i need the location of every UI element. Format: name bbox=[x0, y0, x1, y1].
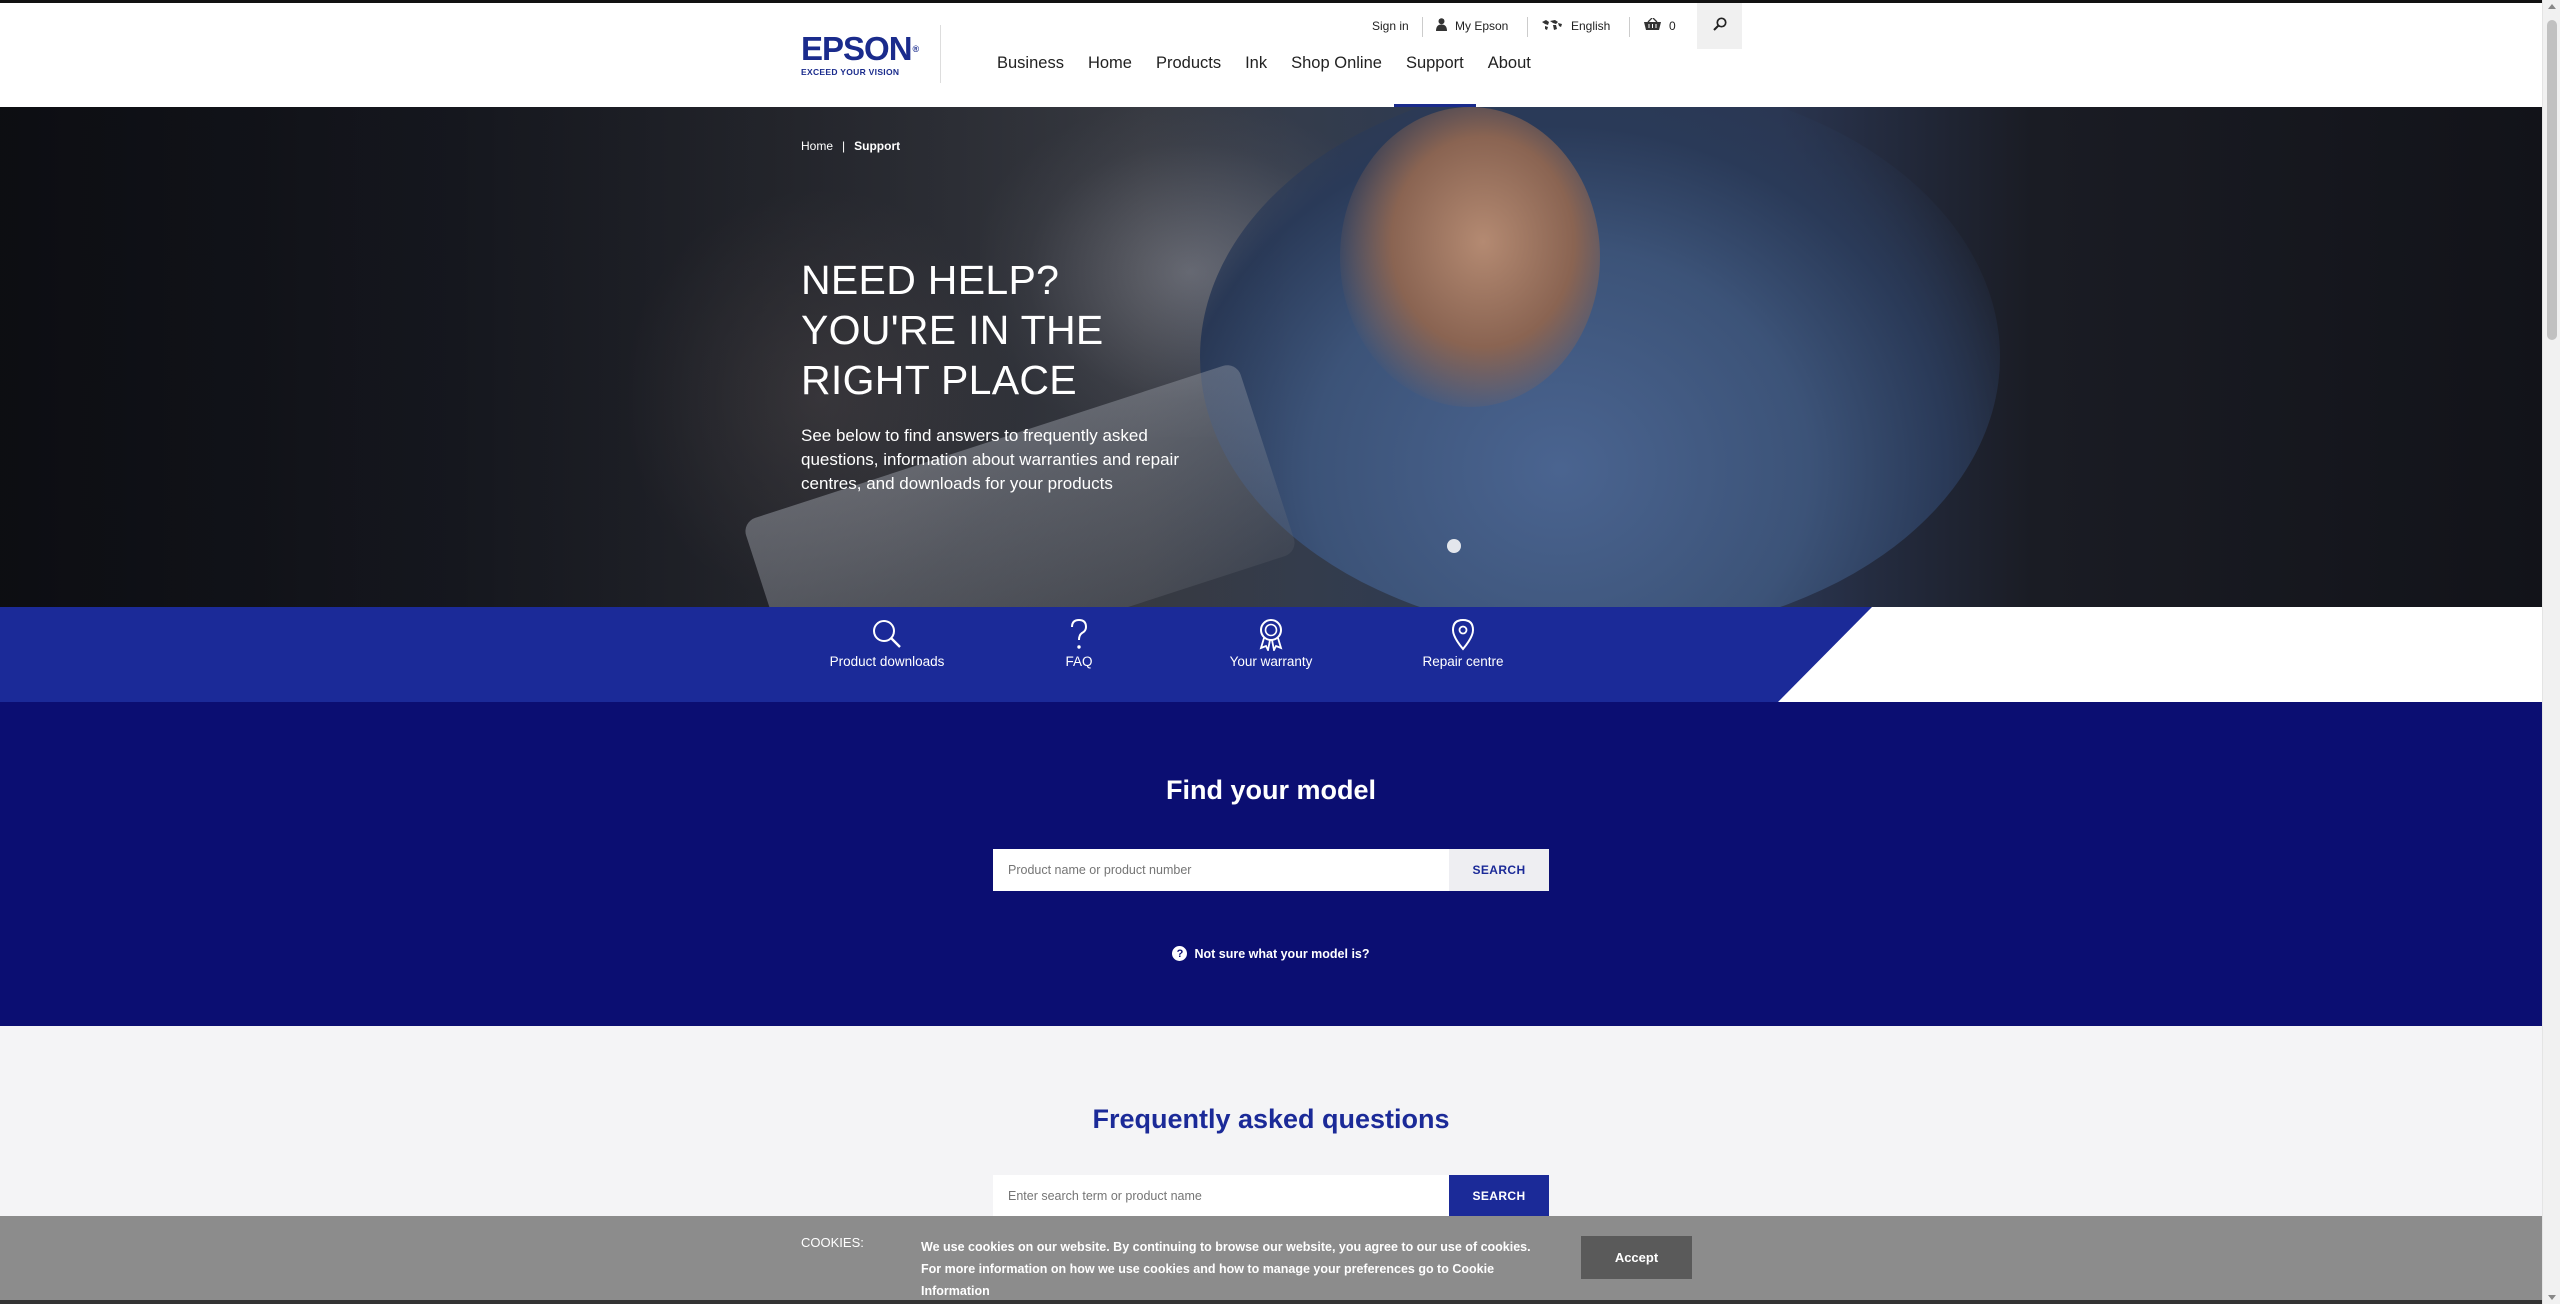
cart-link[interactable]: 0 bbox=[1644, 3, 1676, 49]
nav-about[interactable]: About bbox=[1476, 50, 1543, 107]
question-icon bbox=[1062, 617, 1096, 651]
model-search-button[interactable]: SEARCH bbox=[1449, 849, 1549, 891]
model-help-link[interactable]: ? Not sure what your model is? bbox=[0, 946, 2542, 961]
util-divider bbox=[1629, 17, 1630, 37]
cookie-banner: COOKIES: We use cookies on our website. … bbox=[0, 1216, 2542, 1304]
award-icon bbox=[1254, 617, 1288, 653]
scroll-up-arrow-icon[interactable] bbox=[2548, 4, 2556, 9]
hero-person-face bbox=[1340, 107, 1600, 407]
globe-map-icon bbox=[1541, 19, 1563, 34]
quick-link-label: Product downloads bbox=[829, 654, 945, 669]
quick-link-your-warranty[interactable]: Your warranty bbox=[1191, 607, 1351, 702]
location-pin-icon bbox=[1446, 617, 1480, 651]
breadcrumb: Home | Support bbox=[801, 139, 900, 153]
language-selector[interactable]: English bbox=[1541, 3, 1610, 49]
nav-products[interactable]: Products bbox=[1144, 50, 1233, 107]
page: EPSON® EXCEED YOUR VISION Sign in My Eps… bbox=[0, 0, 2542, 1304]
bottom-border bbox=[0, 1300, 2542, 1304]
logo-tagline: EXCEED YOUR VISION bbox=[801, 67, 900, 77]
model-search-input[interactable] bbox=[993, 849, 1449, 891]
cookie-label: COOKIES: bbox=[801, 1235, 864, 1250]
quick-link-faq[interactable]: FAQ bbox=[999, 607, 1159, 702]
language-label: English bbox=[1571, 19, 1611, 33]
nav-support[interactable]: Support bbox=[1393, 50, 1476, 107]
cart-count: 0 bbox=[1669, 19, 1676, 33]
faq-search-button[interactable]: SEARCH bbox=[1449, 1175, 1549, 1217]
sign-in-link[interactable]: Sign in bbox=[1372, 3, 1409, 49]
scroll-thumb[interactable] bbox=[2547, 20, 2557, 340]
faq-title: Frequently asked questions bbox=[1092, 1104, 1450, 1134]
cookie-message: We use cookies on our website. By contin… bbox=[921, 1240, 1531, 1276]
main-nav: Business Home Products Ink Shop Online S… bbox=[985, 50, 1543, 107]
find-model-title: Find your model bbox=[1165, 775, 1376, 805]
nav-home[interactable]: Home bbox=[1076, 50, 1144, 107]
sign-in-label: Sign in bbox=[1372, 19, 1409, 33]
quick-link-label: Your warranty bbox=[1229, 654, 1313, 669]
hero-banner: Home | Support NEED HELP? YOU'RE IN THE … bbox=[0, 107, 2542, 607]
logo-word: EPSON® bbox=[801, 30, 919, 67]
cookie-accept-button[interactable]: Accept bbox=[1581, 1236, 1692, 1279]
epson-logo[interactable]: EPSON® EXCEED YOUR VISION bbox=[801, 32, 921, 78]
scroll-down-arrow-icon[interactable] bbox=[2548, 1295, 2556, 1300]
my-epson-label: My Epson bbox=[1455, 19, 1509, 33]
hero-description: See below to find answers to frequently … bbox=[801, 426, 1179, 493]
hero-shirt-button bbox=[1447, 539, 1461, 553]
hero-person-shirt bbox=[1200, 107, 2000, 607]
basket-icon bbox=[1644, 17, 1661, 34]
faq-search-input[interactable] bbox=[993, 1175, 1449, 1217]
nav-ink[interactable]: Ink bbox=[1233, 50, 1279, 107]
util-divider bbox=[1527, 17, 1528, 37]
quick-link-label: Repair centre bbox=[1422, 654, 1504, 669]
page-scrollbar[interactable] bbox=[2542, 0, 2560, 1304]
util-divider bbox=[1422, 17, 1423, 37]
quick-link-label: FAQ bbox=[1065, 654, 1093, 669]
user-icon bbox=[1436, 18, 1447, 34]
hero-title: NEED HELP? YOU'RE IN THE RIGHT PLACE bbox=[801, 257, 1104, 403]
my-epson-link[interactable]: My Epson bbox=[1436, 3, 1508, 49]
help-circle-icon: ? bbox=[1172, 946, 1188, 961]
nav-shop-online[interactable]: Shop Online bbox=[1279, 50, 1394, 107]
quick-link-repair-centre[interactable]: Repair centre bbox=[1383, 607, 1543, 702]
quick-links-bar: Product downloads FAQ Your warranty Repa… bbox=[0, 607, 2542, 702]
search-icon bbox=[1712, 16, 1727, 36]
breadcrumb-home[interactable]: Home bbox=[801, 139, 833, 153]
breadcrumb-separator: | bbox=[842, 139, 846, 153]
nav-business[interactable]: Business bbox=[985, 50, 1076, 107]
logo-divider bbox=[940, 25, 941, 83]
quick-link-product-downloads[interactable]: Product downloads bbox=[807, 607, 967, 702]
site-header: EPSON® EXCEED YOUR VISION Sign in My Eps… bbox=[0, 3, 2542, 107]
search-icon bbox=[870, 617, 904, 651]
breadcrumb-support: Support bbox=[854, 139, 901, 153]
find-model-section: Find your model SEARCH ? Not sure what y… bbox=[0, 702, 2542, 1026]
header-search-button[interactable] bbox=[1697, 3, 1742, 49]
cookie-text: We use cookies on our website. By contin… bbox=[921, 1236, 1541, 1302]
model-help-label: Not sure what your model is? bbox=[1194, 946, 1370, 961]
